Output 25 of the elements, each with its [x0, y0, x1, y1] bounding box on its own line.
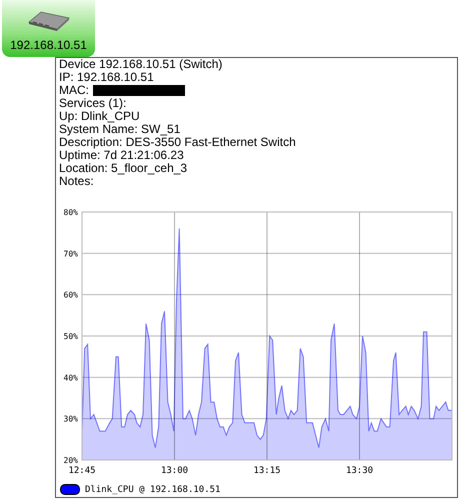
- x-axis-label: 13:00: [160, 466, 188, 476]
- x-axis-label: 12:45: [68, 466, 96, 476]
- x-axis-label: 13:30: [346, 466, 374, 476]
- info-text: Location: 5_floor_ceh_3: [59, 162, 188, 175]
- info-text: Services (1):: [59, 97, 126, 110]
- info-text: MAC:: [59, 84, 89, 97]
- node-label: 192.168.10.51: [10, 38, 87, 52]
- info-text: System Name: SW_51: [59, 123, 180, 136]
- y-axis-label: 70%: [64, 249, 78, 258]
- info-text: IP: 192.168.10.51: [59, 71, 154, 84]
- x-axis-label: 13:15: [253, 466, 281, 476]
- y-axis-label: 30%: [64, 414, 78, 424]
- info-text: Uptime: 7d 21:21:06.23: [59, 149, 184, 162]
- info-text: Device 192.168.10.51 (Switch): [59, 58, 222, 71]
- legend-label: Dlink_CPU @ 192.168.10.51: [85, 484, 220, 494]
- info-text: Up: Dlink_CPU: [59, 110, 140, 123]
- y-axis-label: 20%: [64, 456, 78, 465]
- y-axis-label: 50%: [64, 332, 78, 341]
- network-switch-icon: [26, 10, 70, 32]
- device-node[interactable]: 192.168.10.51: [2, 0, 95, 57]
- y-axis-label: 60%: [64, 290, 78, 300]
- info-text: Notes:: [59, 175, 94, 188]
- y-axis-label: 80%: [64, 208, 78, 217]
- info-text: Description: DES-3550 Fast-Ethernet Switch: [59, 136, 296, 149]
- y-axis-label: 40%: [64, 373, 78, 382]
